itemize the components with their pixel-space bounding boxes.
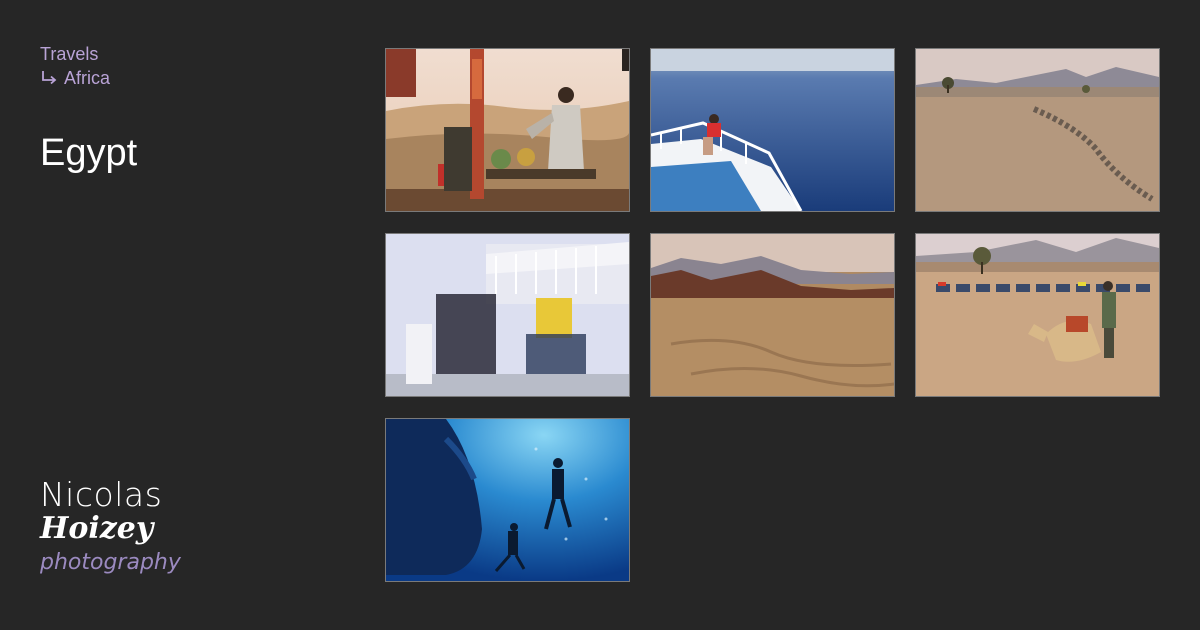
photo-image-underwater-divers	[386, 419, 629, 581]
photo-thumbnail-camel-quads[interactable]	[915, 233, 1160, 397]
logo-last-name: Hoizey	[40, 511, 154, 546]
photo-image-desert-mountains	[651, 234, 894, 396]
logo-tagline: photography	[40, 550, 181, 575]
photo-thumbnail-tea-stand[interactable]	[385, 48, 630, 212]
photo-image-boat-bow	[651, 49, 894, 211]
breadcrumb-link-africa[interactable]: Africa	[64, 66, 110, 90]
breadcrumb: Travels Africa	[40, 42, 110, 90]
photo-image-camel-quads	[916, 234, 1159, 396]
photo-image-tea-stand	[386, 49, 629, 211]
photo-image-desert-stones	[916, 49, 1159, 211]
page-title: Egypt	[40, 132, 138, 174]
photo-image-divers-boat	[386, 234, 629, 396]
photo-thumbnail-desert-stones[interactable]	[915, 48, 1160, 212]
breadcrumb-link-travels[interactable]: Travels	[40, 42, 110, 66]
photo-thumbnail-desert-mountains[interactable]	[650, 233, 895, 397]
photo-thumbnail-underwater-divers[interactable]	[385, 418, 630, 582]
photo-thumbnail-divers-boat[interactable]	[385, 233, 630, 397]
logo-first-name: Nicolas	[40, 475, 163, 514]
site-logo[interactable]: Nicolas Hoizey photography	[40, 478, 210, 580]
breadcrumb-child: Africa	[40, 66, 110, 90]
photo-thumbnail-boat-bow[interactable]	[650, 48, 895, 212]
return-arrow-icon	[42, 71, 57, 85]
